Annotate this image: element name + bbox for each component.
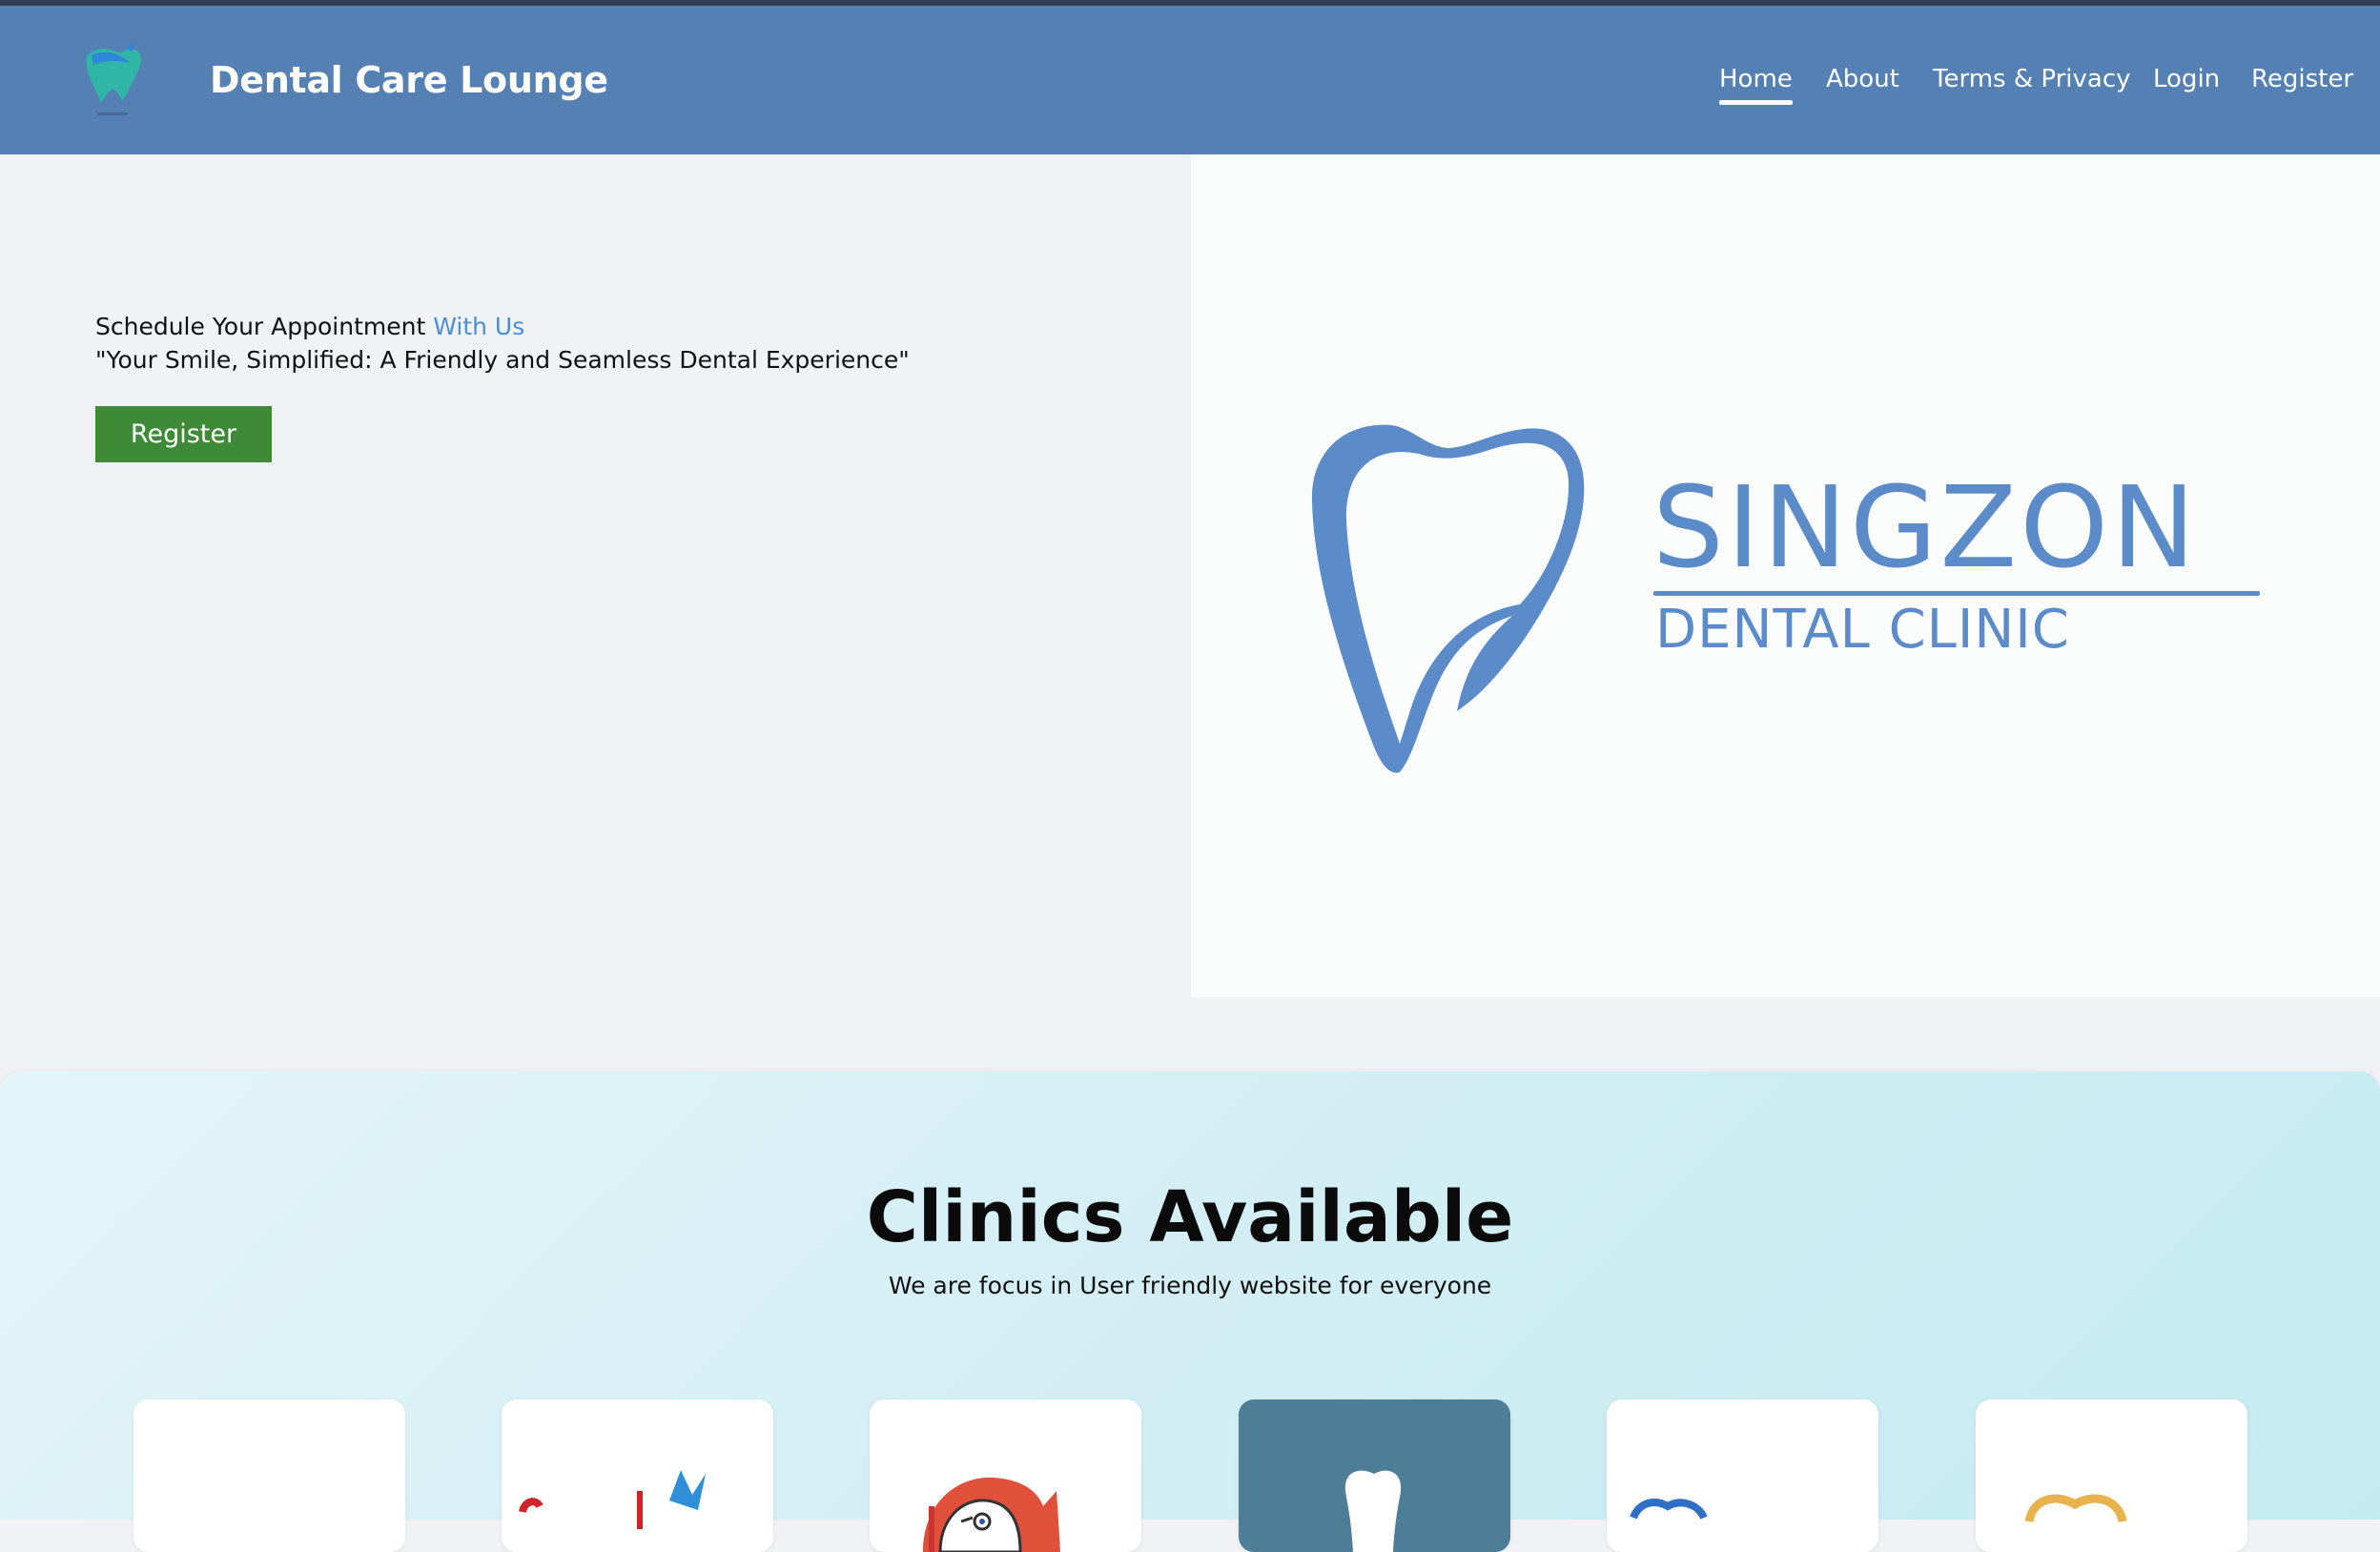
brand-logo-icon[interactable] <box>78 42 147 124</box>
register-button[interactable]: Register <box>95 406 272 462</box>
clinic-card-3[interactable] <box>870 1399 1141 1552</box>
hero-quote: "Your Smile, Simplified: A Friendly and … <box>95 346 910 374</box>
clinic-2-logo-icon <box>519 1470 706 1529</box>
nav-home-link[interactable]: Home <box>1719 65 1793 105</box>
clinic-card-1[interactable] <box>133 1399 405 1552</box>
clinics-title: Clinics Available <box>866 1176 1514 1258</box>
clinic-card-4[interactable] <box>1239 1399 1510 1552</box>
nav-login-link[interactable]: Login <box>2153 65 2220 93</box>
brand-title[interactable]: Dental Care Lounge <box>210 59 608 101</box>
clinic-card-5[interactable] <box>1607 1399 1878 1552</box>
nav-register-link[interactable]: Register <box>2251 65 2353 93</box>
clinic-logo-subtitle: DENTAL CLINIC <box>1655 599 2070 661</box>
nav-about-link[interactable]: About <box>1826 65 1899 93</box>
clinics-subtitle: We are focus in User friendly website fo… <box>888 1272 1492 1299</box>
clinic-4-tooth-icon <box>1344 1470 1402 1552</box>
hero-tagline-accent: With Us <box>433 313 525 340</box>
clinic-card-6[interactable] <box>1976 1399 2247 1552</box>
hero-tagline-main: Schedule Your Appointment <box>95 313 434 340</box>
hero-left-panel <box>0 154 1191 997</box>
clinic-3-mascot-icon <box>923 1477 1060 1552</box>
nav-terms-privacy-link[interactable]: Terms & Privacy <box>1933 65 2131 93</box>
clinic-card-2[interactable] <box>502 1399 773 1552</box>
hero-tagline: Schedule Your Appointment With Us <box>95 313 524 340</box>
navbar: Dental Care Lounge Home About Terms & Pr… <box>0 6 2380 154</box>
tooth-logo-icon <box>1304 416 1640 780</box>
clinics-section: Clinics Available We are focus in User f… <box>0 1072 2380 1552</box>
clinic-6-logo-icon <box>2024 1494 2127 1523</box>
clinic-logo-divider <box>1653 591 2260 596</box>
clinic-5-logo-icon <box>1630 1499 1708 1520</box>
clinic-logo-name: SINGZON <box>1652 461 2199 593</box>
